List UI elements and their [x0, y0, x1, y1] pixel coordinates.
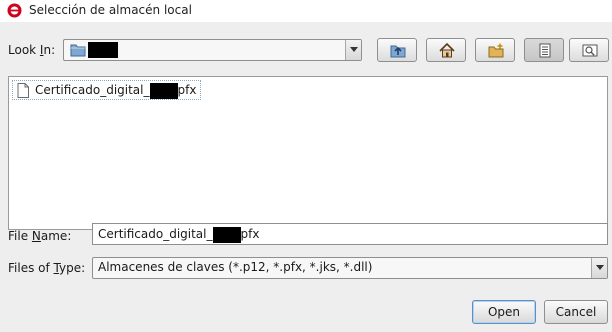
up-one-level-button[interactable] — [377, 38, 417, 62]
new-folder-icon — [488, 43, 504, 58]
file-name-redacted — [149, 82, 178, 99]
look-in-label: Look In: — [8, 43, 56, 57]
title-bar: Selección de almacén local — [0, 0, 612, 22]
details-view-icon — [582, 44, 598, 57]
app-logo-icon — [7, 3, 22, 18]
file-chooser-dialog: Look In: Certificado_digital_ pfx File N… — [0, 22, 612, 332]
file-name-value-redacted — [212, 226, 241, 243]
home-icon — [439, 43, 455, 58]
open-button[interactable]: Open — [472, 300, 536, 324]
files-of-type-label: Files of Type: — [8, 261, 86, 275]
details-view-button[interactable] — [569, 38, 609, 62]
file-name-suffix: pfx — [177, 83, 197, 97]
chevron-down-icon[interactable] — [345, 40, 361, 60]
file-name-value-prefix: Certificado_digital_ — [98, 227, 213, 241]
file-name-value-suffix: pfx — [240, 227, 260, 241]
window-title: Selección de almacén local — [29, 3, 192, 17]
cancel-button[interactable]: Cancel — [544, 300, 608, 324]
chevron-down-icon[interactable] — [591, 258, 607, 278]
look-in-combo[interactable] — [63, 39, 362, 61]
file-name-label: File Name: — [8, 229, 72, 243]
folder-up-icon — [390, 45, 406, 58]
file-icon — [17, 83, 29, 98]
look-in-redacted-path — [88, 42, 118, 58]
list-view-icon — [539, 43, 551, 58]
home-button[interactable] — [426, 38, 466, 62]
file-list[interactable]: Certificado_digital_ pfx — [8, 76, 608, 230]
folder-icon — [70, 44, 86, 57]
files-of-type-value: Almacenes de claves (*.p12, *.pfx, *.jks… — [98, 260, 373, 274]
file-list-item[interactable]: Certificado_digital_ pfx — [12, 80, 202, 100]
list-view-button[interactable] — [524, 38, 564, 62]
new-folder-button[interactable] — [475, 38, 515, 62]
files-of-type-combo[interactable]: Almacenes de claves (*.p12, *.pfx, *.jks… — [92, 257, 608, 279]
file-name-input[interactable]: Certificado_digital_ pfx — [92, 223, 608, 245]
file-name-prefix: Certificado_digital_ — [35, 83, 150, 97]
